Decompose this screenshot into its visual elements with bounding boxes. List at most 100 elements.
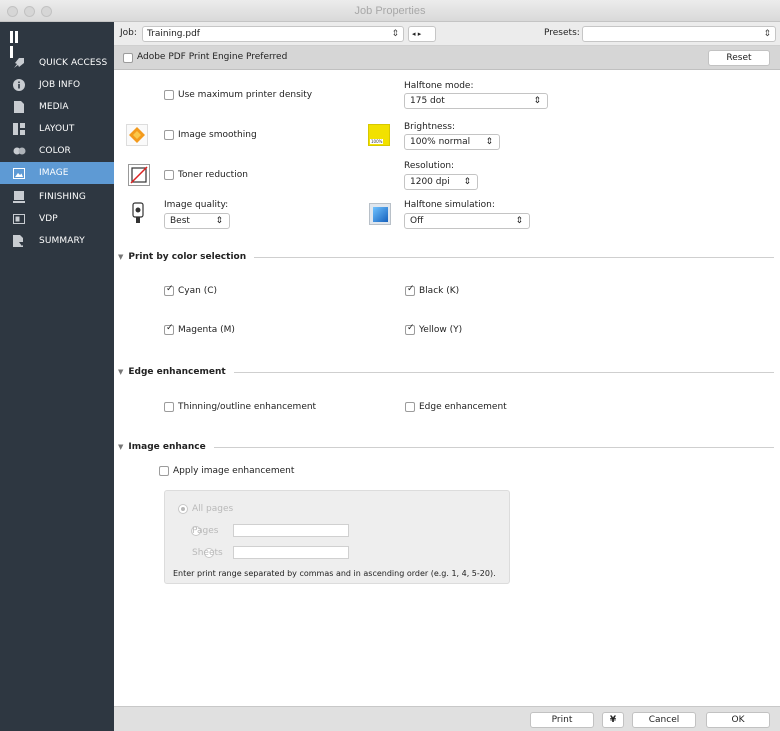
yellow-label: Yellow (Y) [419,325,463,335]
black-label: Black (K) [419,286,460,296]
image-quality-label: Image quality: [164,200,229,210]
image-quality-value: Best [170,216,190,226]
halftone-simulation-select[interactable]: Off ⇕ [404,213,530,229]
edge-enhancement-checkbox[interactable] [405,402,415,412]
halftone-simulation-icon [369,203,391,225]
resolution-label: Resolution: [404,161,455,171]
cyan-checkbox[interactable] [164,284,174,296]
presets-select[interactable]: ⇕ [582,26,776,42]
info-icon [12,79,26,91]
palette-icon [12,145,26,157]
divider [213,446,774,448]
sidebar-item-media[interactable]: MEDIA [0,96,114,118]
resolution-value: 1200 dpi [410,177,450,187]
print-by-color-header[interactable]: ▼ Print by color selection [118,250,774,264]
sidebar-item-label: LAYOUT [39,124,75,134]
more-options-button[interactable]: ¥ [602,712,624,728]
magenta-checkbox[interactable] [164,323,174,335]
print-button[interactable]: Print [530,712,594,728]
halftone-mode-value: 175 dot [410,96,445,106]
sidebar-item-label: QUICK ACCESS [39,58,108,68]
engine-bar: Adobe PDF Print Engine Preferred Reset [114,46,780,70]
title-bar: Job Properties [0,0,780,22]
page-range-panel: All pages Pages Sheets Enter print range… [164,490,510,584]
brightness-icon-text: 100% [370,139,384,144]
sidebar-item-label: JOB INFO [39,80,81,90]
engine-checkbox[interactable] [123,53,133,63]
sidebar: QUICK ACCESS JOB INFO MEDIA LAYOUT COLOR… [0,22,114,731]
brightness-select[interactable]: 100% normal ⇕ [404,134,500,150]
sidebar-item-label: FINISHING [39,192,86,202]
cancel-button[interactable]: Cancel [632,712,696,728]
image-smoothing-icon [126,124,148,146]
sidebar-item-job-info[interactable]: JOB INFO [0,74,114,96]
reset-button[interactable]: Reset [708,50,770,66]
brightness-label: Brightness: [404,122,455,132]
pages-input[interactable] [233,524,349,537]
sidebar-item-vdp[interactable]: VDP [0,208,114,230]
job-bar: Job: Training.pdf ⇕ ◂ ▸ Presets: ⇕ [114,22,780,46]
edge-enhancement-header[interactable]: ▼ Edge enhancement [118,365,774,379]
black-checkbox[interactable] [405,284,415,296]
sidebar-item-summary[interactable]: SUMMARY [0,230,114,252]
all-pages-radio[interactable] [178,504,188,514]
job-nav-stepper[interactable]: ◂ ▸ [408,26,436,42]
all-pages-label: All pages [192,504,234,514]
halftone-mode-select[interactable]: 175 dot ⇕ [404,93,548,109]
thinning-checkbox[interactable] [164,402,174,412]
edge-enhancement-label: Edge enhancement [419,402,507,412]
chevron-updown-icon: ⇕ [763,29,771,39]
image-smoothing-label: Image smoothing [178,130,257,140]
job-select[interactable]: Training.pdf ⇕ [142,26,404,42]
image-smoothing-checkbox[interactable] [164,130,174,140]
sidebar-item-quick-access[interactable]: QUICK ACCESS [0,52,114,74]
image-enhance-header[interactable]: ▼ Image enhance [118,440,774,454]
job-label: Job: [120,28,137,38]
image-quality-select[interactable]: Best ⇕ [164,213,230,229]
divider [254,256,774,258]
halftone-simulation-value: Off [410,216,424,226]
halftone-simulation-label: Halftone simulation: [404,200,495,210]
sidebar-item-finishing[interactable]: FINISHING [0,186,114,208]
sidebar-item-label: IMAGE [39,168,69,178]
nav-right-icon[interactable]: ▸ [418,30,422,38]
toner-reduction-label: Toner reduction [178,170,248,180]
disclosure-triangle-icon[interactable]: ▼ [118,443,123,451]
apply-image-enhancement-label: Apply image enhancement [173,466,295,476]
disclosure-triangle-icon[interactable]: ▼ [118,253,123,261]
yellow-checkbox[interactable] [405,323,415,335]
brightness-icon: 100% [368,124,390,146]
vdp-icon [12,213,26,225]
sidebar-item-layout[interactable]: LAYOUT [0,118,114,140]
footer-bar: Print ¥ Cancel OK [114,706,780,731]
divider [233,371,774,373]
chevron-updown-icon: ⇕ [515,216,523,226]
section-title: Edge enhancement [128,367,226,377]
chevron-updown-icon: ⇕ [485,137,493,147]
page-range-hint: Enter print range separated by commas an… [173,569,496,578]
toner-reduction-icon [128,164,150,186]
brightness-value: 100% normal [410,137,471,147]
summary-icon [12,235,26,247]
sidebar-item-label: MEDIA [39,102,69,112]
section-title: Print by color selection [128,252,247,262]
section-title: Image enhance [128,442,206,452]
chevron-updown-icon: ⇕ [533,96,541,106]
apply-image-enhancement-checkbox[interactable] [159,466,169,476]
sidebar-item-image[interactable]: IMAGE [0,162,114,184]
nav-left-icon[interactable]: ◂ [412,30,416,38]
toner-reduction-checkbox[interactable] [164,170,174,180]
disclosure-triangle-icon[interactable]: ▼ [118,368,123,376]
page-icon [12,101,26,113]
sidebar-collapse-icon[interactable] [10,31,24,58]
stack-icon [12,191,26,203]
presets-label: Presets: [544,28,580,38]
ok-button[interactable]: OK [706,712,770,728]
engine-label: Adobe PDF Print Engine Preferred [137,52,288,62]
sheets-input[interactable] [233,546,349,559]
max-density-checkbox[interactable] [164,90,174,100]
sidebar-item-color[interactable]: COLOR [0,140,114,162]
resolution-select[interactable]: 1200 dpi ⇕ [404,174,478,190]
halftone-mode-label: Halftone mode: [404,81,474,91]
image-quality-icon [128,202,150,224]
